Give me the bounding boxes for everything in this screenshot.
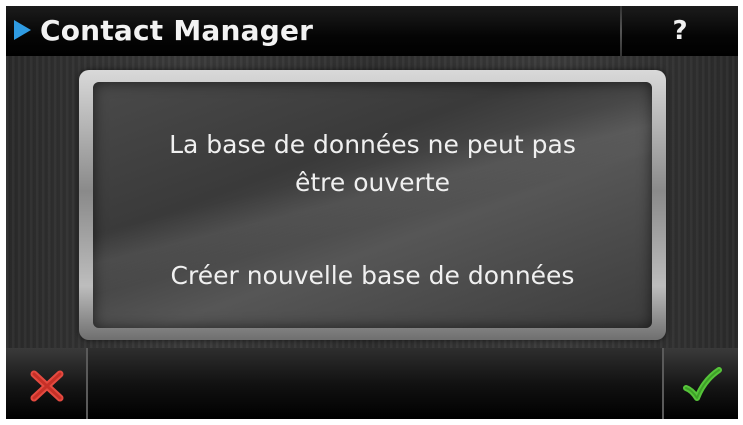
error-message: La base de données ne peut pas être ouve… <box>93 126 652 202</box>
bottom-bar <box>6 348 738 419</box>
dialog-frame: La base de données ne peut pas être ouve… <box>79 70 666 340</box>
confirm-button[interactable] <box>664 348 738 419</box>
screen: Contact Manager ? La base de données ne … <box>6 6 738 419</box>
play-arrow-icon <box>14 20 31 40</box>
error-message-line1: La base de données ne peut pas <box>169 130 576 159</box>
checkmark-icon <box>683 367 722 401</box>
error-message-line2: être ouverte <box>294 168 451 197</box>
message-dialog: La base de données ne peut pas être ouve… <box>93 82 652 328</box>
help-icon: ? <box>672 16 688 46</box>
page-title: Contact Manager <box>40 14 314 47</box>
cancel-button[interactable] <box>6 348 86 419</box>
create-database-option[interactable]: Créer nouvelle base de données <box>93 257 652 295</box>
help-button[interactable]: ? <box>622 6 738 56</box>
title-bar: Contact Manager ? <box>6 6 738 56</box>
content-area: La base de données ne peut pas être ouve… <box>6 56 738 348</box>
cancel-x-icon <box>30 370 64 402</box>
bottom-middle-panel <box>88 348 662 419</box>
